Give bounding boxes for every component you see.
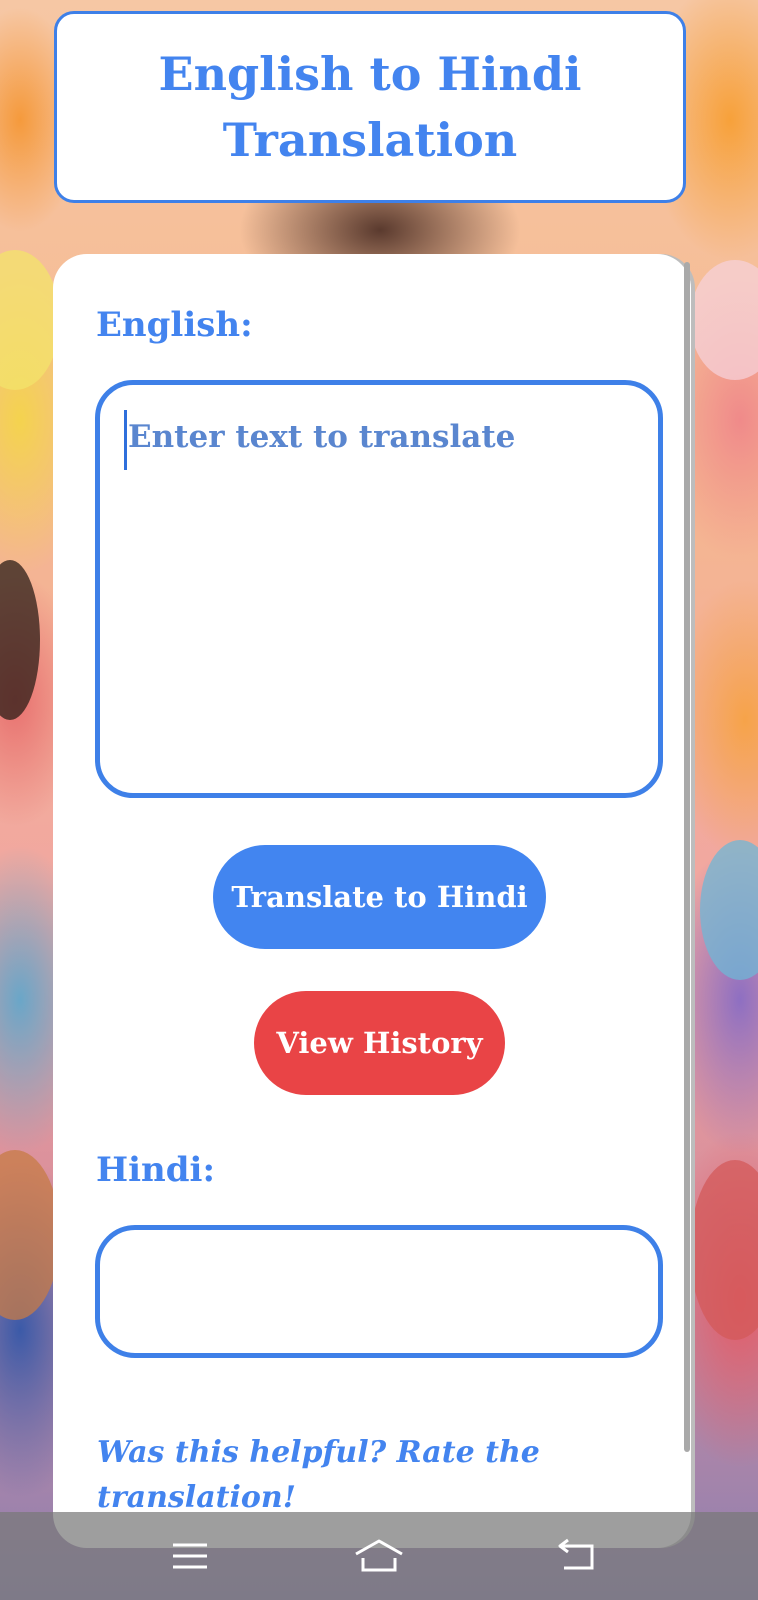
back-icon <box>558 1538 594 1570</box>
title-card: English to Hindi Translation <box>54 11 686 203</box>
paint-splash <box>690 1160 758 1340</box>
home-button[interactable] <box>349 1532 409 1580</box>
paint-splash <box>690 260 758 380</box>
feedback-prompt[interactable]: Was this helpful? Rate the translation! <box>97 1430 577 1520</box>
back-button[interactable] <box>548 1532 608 1580</box>
page-title: English to Hindi Translation <box>158 47 582 167</box>
paint-splash <box>0 250 60 390</box>
english-text-input[interactable] <box>95 380 663 798</box>
paint-splash <box>0 560 40 720</box>
hindi-output-field[interactable] <box>95 1225 663 1358</box>
paint-splash <box>700 840 758 980</box>
paint-splash <box>0 1150 60 1320</box>
recents-icon <box>173 1543 207 1569</box>
text-cursor <box>124 410 127 470</box>
english-label: English: <box>96 305 253 345</box>
scrollbar[interactable] <box>684 262 690 1452</box>
view-history-button[interactable]: View History <box>254 991 505 1095</box>
hindi-label: Hindi: <box>96 1150 215 1190</box>
home-icon <box>355 1539 403 1572</box>
translate-button[interactable]: Translate to Hindi <box>213 845 546 949</box>
recents-button[interactable] <box>160 1532 220 1580</box>
